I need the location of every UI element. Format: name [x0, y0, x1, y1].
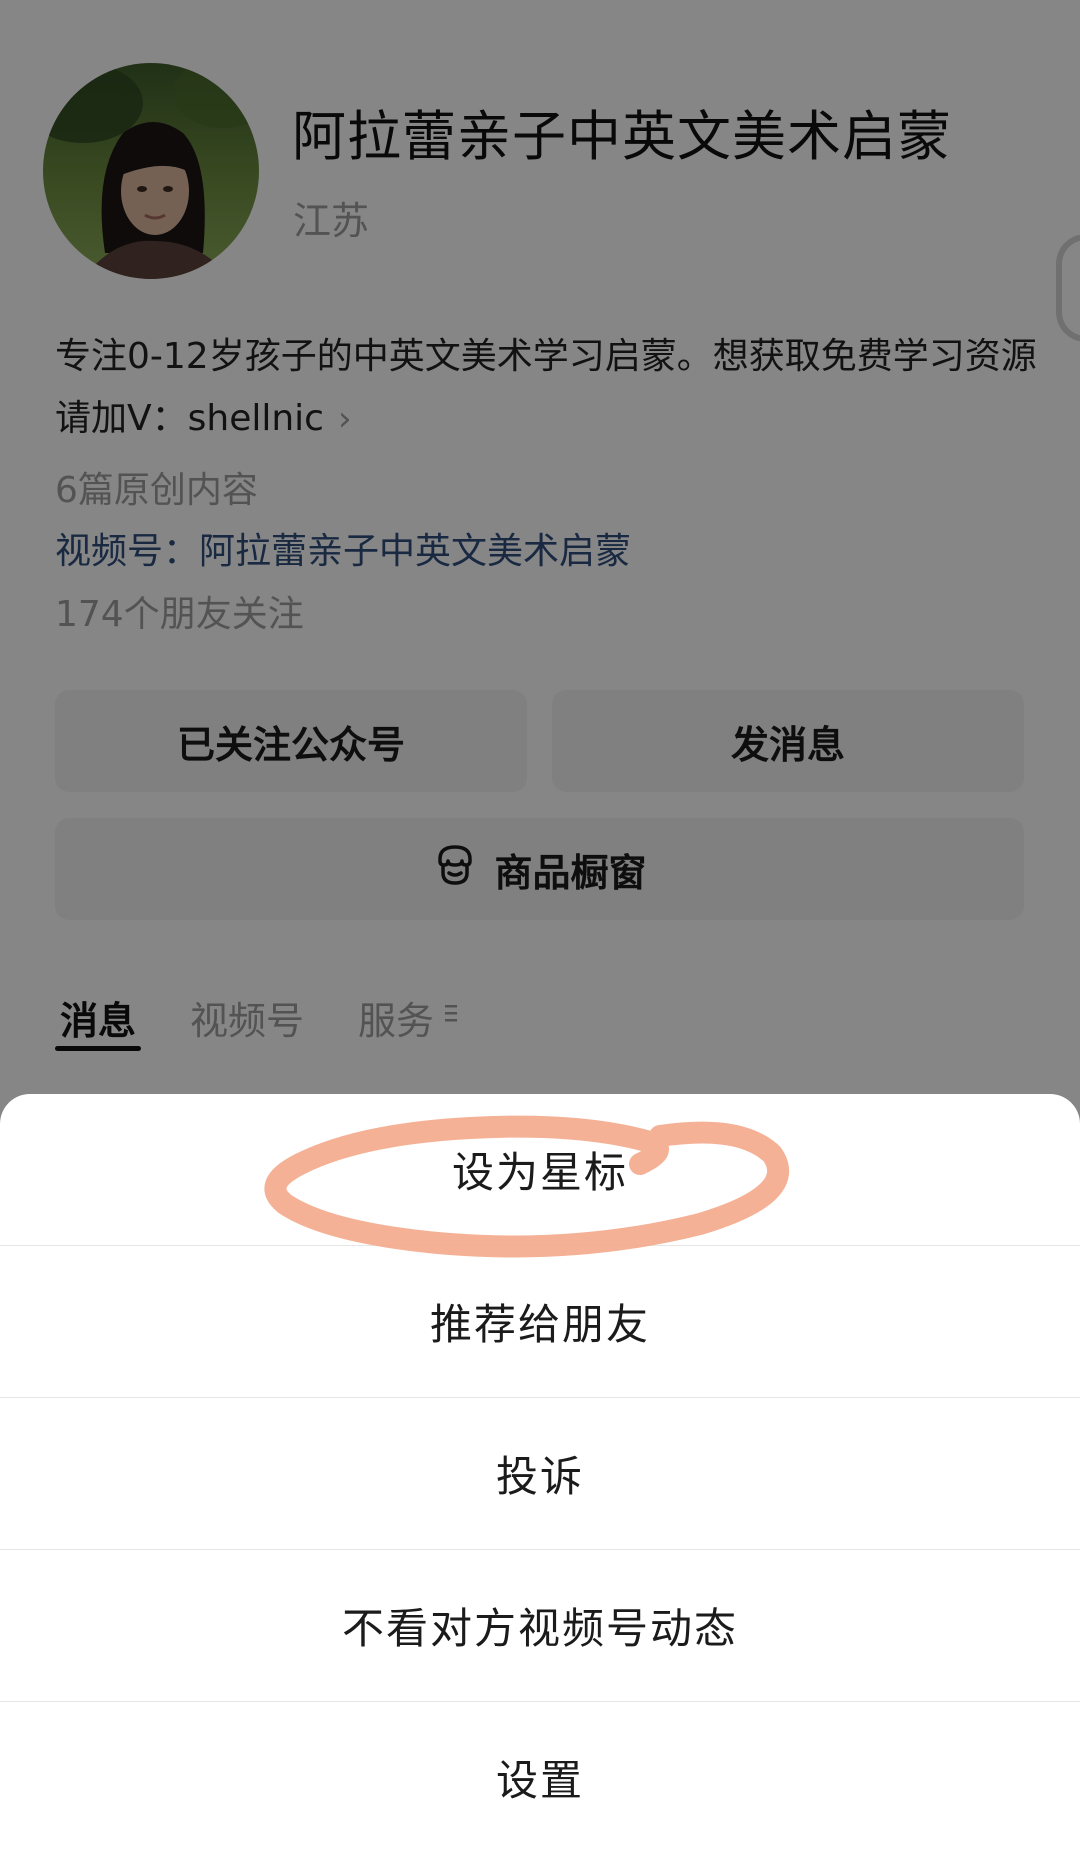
hide-channel-updates-option[interactable]: 不看对方视频号动态 [0, 1550, 1080, 1701]
action-sheet: 设为星标 推荐给朋友 投诉 不看对方视频号动态 设置 [0, 1094, 1080, 1857]
set-star-option[interactable]: 设为星标 [0, 1094, 1080, 1245]
complain-option[interactable]: 投诉 [0, 1398, 1080, 1549]
set-star-label: 设为星标 [451, 1148, 628, 1197]
complain-label: 投诉 [495, 1452, 584, 1501]
hide-channel-updates-label: 不看对方视频号动态 [341, 1604, 738, 1653]
screen: 阿拉蕾亲子中英文美术启蒙 江苏 专注0-12岁孩子的中英文美术学习启蒙。想获取免… [0, 0, 1080, 1857]
recommend-to-friend-option[interactable]: 推荐给朋友 [0, 1246, 1080, 1397]
settings-option[interactable]: 设置 [0, 1702, 1080, 1853]
recommend-to-friend-label: 推荐给朋友 [429, 1300, 650, 1349]
settings-label: 设置 [495, 1756, 584, 1805]
